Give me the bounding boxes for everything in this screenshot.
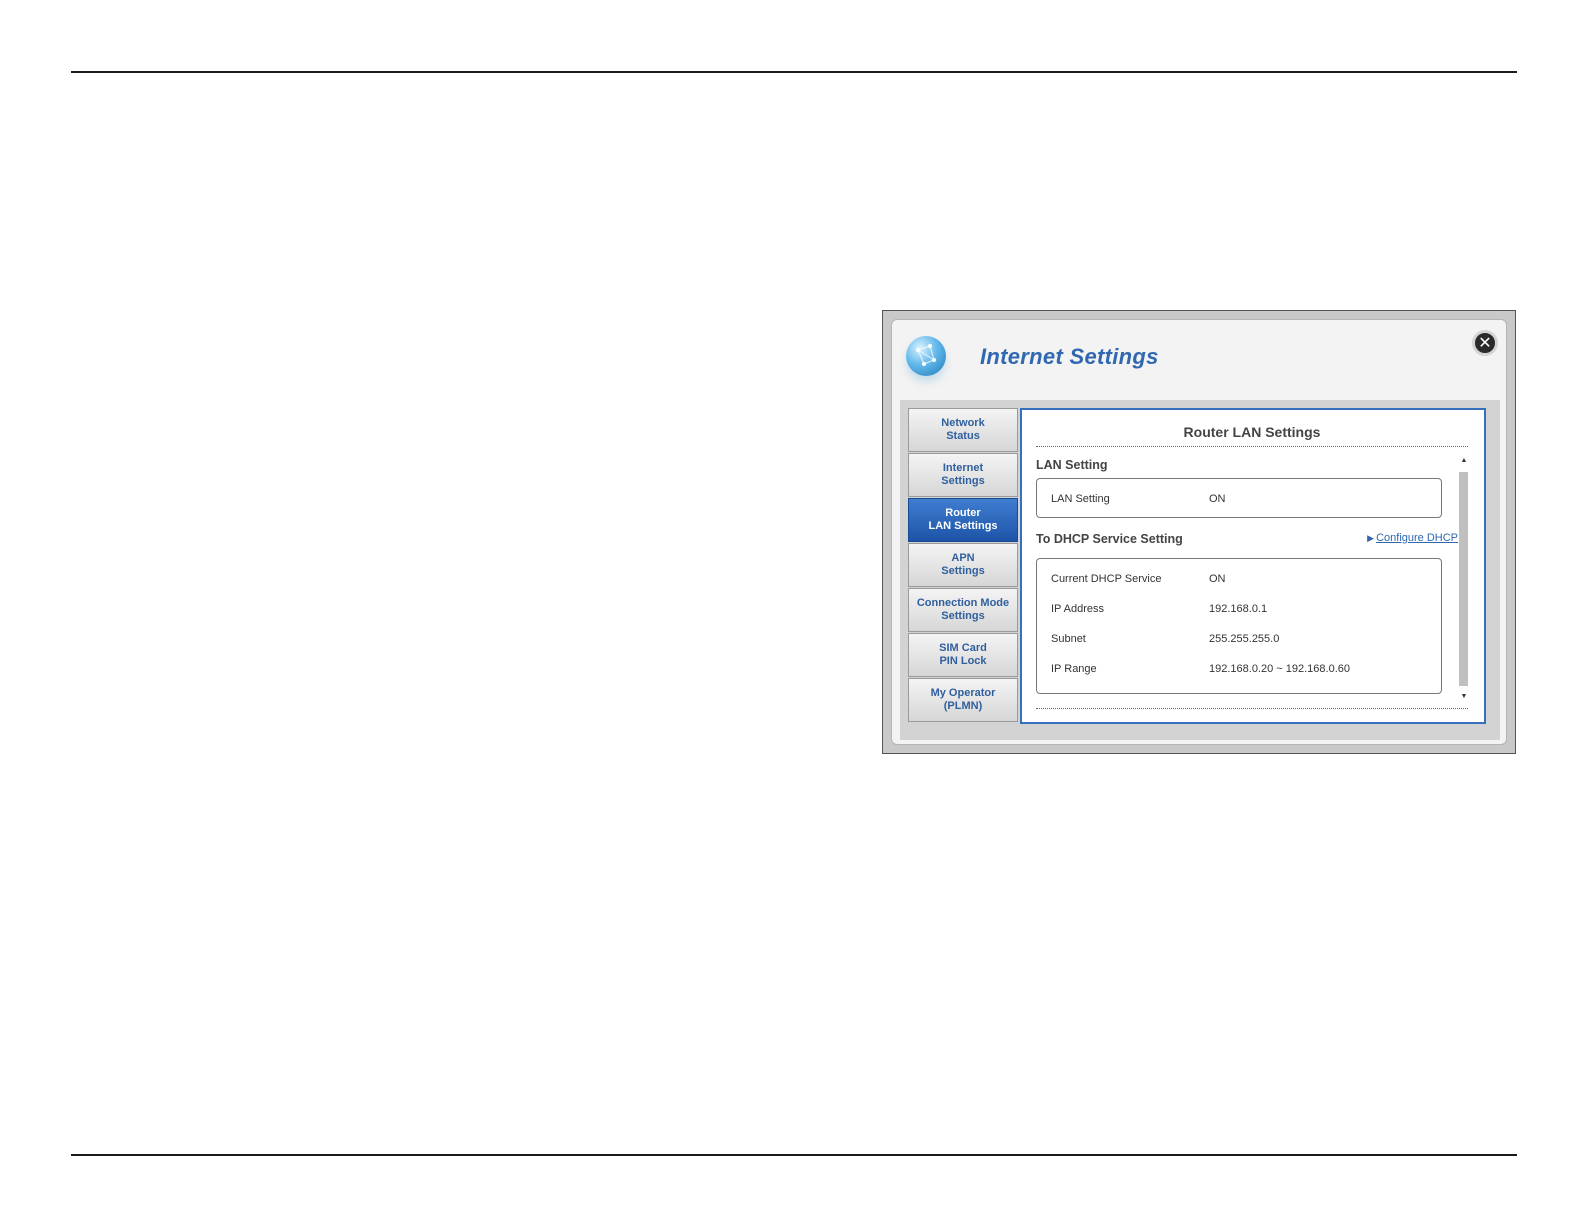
lan-setting-box: LAN Setting ON: [1036, 478, 1442, 518]
nav-item-label: Status: [946, 430, 980, 442]
nav-item-sim-card-pin-lock[interactable]: SIM Card PIN Lock: [908, 633, 1018, 677]
dhcp-row-value: 255.255.255.0: [1209, 633, 1280, 645]
bottom-divider: [1036, 708, 1468, 709]
nav-item-label: Router: [945, 507, 981, 519]
nav-item-network-status[interactable]: Network Status: [908, 408, 1018, 452]
content-panel: Router LAN Settings LAN Setting LAN Sett…: [1020, 408, 1486, 724]
dialog-body: Network Status Internet Settings Router …: [900, 400, 1500, 740]
globe-network-icon: [906, 336, 946, 376]
nav-item-label: SIM Card: [939, 642, 987, 654]
arrow-right-icon: ▶: [1367, 533, 1375, 543]
dialog-title: Internet Settings: [980, 344, 1159, 369]
dhcp-section-heading: To DHCP Service Setting: [1036, 532, 1183, 546]
page-title: Router LAN Settings: [1183, 424, 1321, 440]
internet-settings-dialog: Internet Settings ✕ Network Status Inter…: [891, 319, 1507, 745]
configure-dhcp-label: Configure DHCP: [1376, 532, 1458, 544]
scroll-up-icon[interactable]: ▲: [1458, 456, 1470, 466]
scroll-down-icon[interactable]: ▼: [1458, 692, 1470, 702]
nav-item-apn-settings[interactable]: APN Settings: [908, 543, 1018, 587]
nav-item-label: PIN Lock: [939, 655, 987, 667]
nav-item-connection-mode-settings[interactable]: Connection Mode Settings: [908, 588, 1018, 632]
top-rule: [71, 71, 1517, 73]
nav-item-label: Settings: [941, 475, 985, 487]
nav-item-router-lan-settings[interactable]: Router LAN Settings: [908, 498, 1018, 542]
dhcp-settings-box: Current DHCP Service ON IP Address 192.1…: [1036, 558, 1442, 694]
bottom-rule: [71, 1154, 1517, 1156]
dhcp-row-value: ON: [1209, 573, 1226, 585]
dhcp-row-label: Subnet: [1051, 633, 1086, 645]
title-divider: [1036, 446, 1468, 447]
nav-item-label: (PLMN): [943, 700, 983, 712]
dhcp-row-value: 192.168.0.20 ~ 192.168.0.60: [1209, 663, 1350, 675]
dhcp-row-label: IP Address: [1051, 603, 1104, 615]
nav-item-label: Settings: [941, 610, 985, 622]
lan-setting-label: LAN Setting: [1051, 493, 1110, 505]
dhcp-row-label: Current DHCP Service: [1051, 573, 1162, 585]
nav-item-label: Internet: [942, 462, 984, 474]
lan-setting-value: ON: [1209, 493, 1226, 505]
nav-item-label: Connection Mode: [916, 597, 1010, 609]
nav-item-label: APN: [951, 552, 975, 564]
nav-item-my-operator[interactable]: My Operator (PLMN): [908, 678, 1018, 722]
content-scrollbar[interactable]: ▲ ▼: [1458, 456, 1470, 704]
dhcp-row-value: 192.168.0.1: [1209, 603, 1268, 615]
dialog-frame: Internet Settings ✕ Network Status Inter…: [882, 310, 1516, 754]
nav-item-label: Network: [941, 417, 985, 429]
nav-item-internet-settings[interactable]: Internet Settings: [908, 453, 1018, 497]
configure-dhcp-link[interactable]: ▶ Configure DHCP: [1367, 532, 1458, 544]
close-icon[interactable]: ✕: [1472, 330, 1498, 356]
scrollbar-thumb[interactable]: [1459, 472, 1468, 686]
nav-item-label: My Operator: [930, 687, 996, 699]
nav-item-label: Settings: [941, 565, 985, 577]
dhcp-row-label: IP Range: [1051, 663, 1097, 675]
settings-nav: Network Status Internet Settings Router …: [908, 408, 1018, 726]
lan-setting-heading: LAN Setting: [1036, 458, 1108, 472]
nav-item-label: LAN Settings: [928, 520, 998, 532]
